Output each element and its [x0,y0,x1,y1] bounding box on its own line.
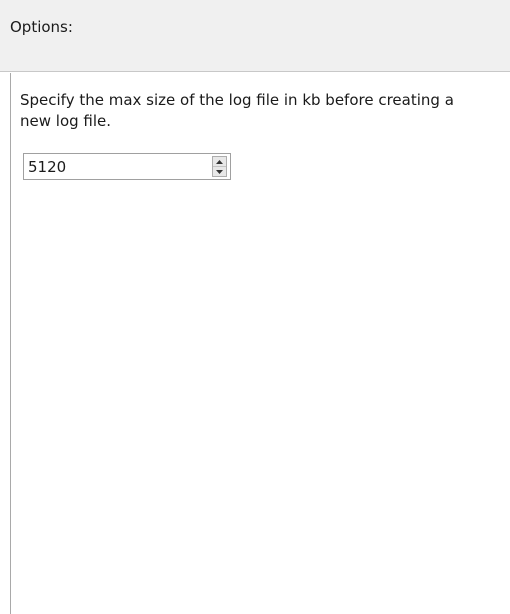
spin-buttons [212,156,227,177]
options-header: Options: [0,0,510,72]
log-size-input[interactable] [24,154,210,179]
arrow-down-icon [216,169,223,174]
log-size-spinner[interactable] [23,153,231,180]
options-dialog: Options: Specify the max size of the log… [0,0,510,614]
log-size-description: Specify the max size of the log file in … [20,91,454,130]
spin-down-button[interactable] [213,167,226,176]
spin-up-button[interactable] [213,157,226,167]
options-title: Options: [10,18,73,36]
options-panel: Specify the max size of the log file in … [10,73,510,614]
arrow-up-icon [216,159,223,164]
